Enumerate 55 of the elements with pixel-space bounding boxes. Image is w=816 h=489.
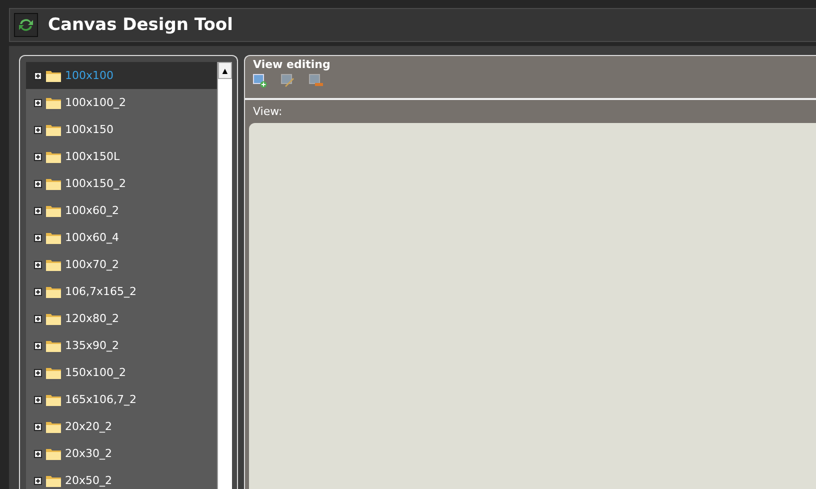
expand-icon[interactable] [34,180,42,188]
add-view-icon[interactable] [253,74,267,88]
folder-icon [46,420,61,432]
tree-item[interactable]: 100x150 [26,116,217,143]
folder-icon [46,366,61,378]
scroll-up-button[interactable]: ▲ [218,62,232,79]
tree-item[interactable]: 150x100_2 [26,359,217,386]
folder-icon [46,340,61,352]
expand-icon[interactable] [34,72,42,80]
folder-icon [46,178,61,190]
folder-icon [46,124,61,136]
tree-item[interactable]: 165x106,7_2 [26,386,217,413]
tree-item[interactable]: 100x60_4 [26,224,217,251]
refresh-icon [14,13,38,37]
panel-title: View editing [253,58,332,71]
folder-icon [46,150,61,162]
expand-icon[interactable] [34,260,42,268]
window-title: Canvas Design Tool [48,15,233,35]
tree-item[interactable]: 20x20_2 [26,413,217,440]
tree-item[interactable]: 120x80_2 [26,305,217,332]
expand-icon[interactable] [34,126,42,134]
tree-item[interactable]: 106,7x165_2 [26,278,217,305]
folder-icon [46,204,61,216]
folder-icon [46,286,61,298]
expand-icon[interactable] [34,152,42,160]
expand-icon[interactable] [34,396,42,404]
tree-item[interactable]: 20x50_2 [26,467,217,489]
expand-icon[interactable] [34,234,42,242]
tree-item[interactable]: 20x30_2 [26,440,217,467]
tree-item[interactable]: 100x100_2 [26,89,217,116]
folder-icon [46,394,61,406]
expand-icon[interactable] [34,476,42,484]
folder-icon [46,448,61,460]
tree-item[interactable]: 100x150_2 [26,170,217,197]
tree-item[interactable]: 100x100 [26,62,217,89]
expand-icon[interactable] [34,368,42,376]
folder-icon [46,474,61,486]
folder-icon [46,312,61,324]
tree-item[interactable]: 100x70_2 [26,251,217,278]
folder-icon [46,70,61,82]
expand-icon[interactable] [34,98,42,106]
expand-icon[interactable] [34,314,42,322]
scrollbar[interactable]: ▲ [217,62,232,489]
expand-icon[interactable] [34,288,42,296]
folder-icon [46,258,61,270]
view-label: View: [253,105,284,118]
expand-icon[interactable] [34,422,42,430]
expand-icon[interactable] [34,342,42,350]
folder-icon [46,96,61,108]
tree-item[interactable]: 100x60_2 [26,197,217,224]
tree-item[interactable]: 135x90_2 [26,332,217,359]
expand-icon[interactable] [34,450,42,458]
expand-icon[interactable] [34,206,42,214]
folder-icon [46,232,61,244]
tree-item[interactable]: 100x150L [26,143,217,170]
